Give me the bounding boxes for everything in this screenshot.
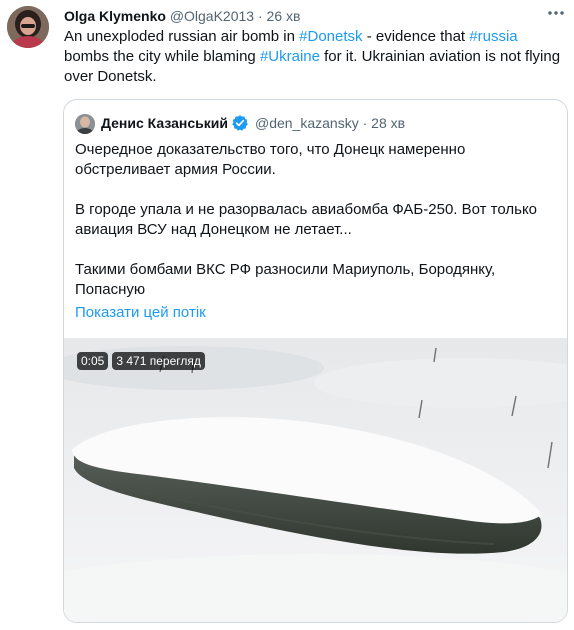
video-views: 3 471 перегляд [112,352,205,370]
video-thumbnail[interactable] [64,338,567,622]
hashtag-russia[interactable]: #russia [469,28,517,45]
show-thread-link[interactable]: Показати цей потік [75,304,206,321]
quoted-tweet-header: Денис Казанський @den_kazansky · 28 хв [101,114,405,132]
separator-dot: · [362,115,368,131]
video-duration: 0:05 [77,352,109,370]
quoted-paragraph-2: В городе упала и не разорвалась авиабомб… [75,201,538,238]
quoted-author-name: Денис Казанський [101,115,228,131]
separator-dot: · [257,8,263,24]
tweet-text: An unexploded russian air bomb in #Donet… [64,27,564,87]
snow-bomb-image [64,338,567,622]
quoted-paragraph-1: Очередное доказательство того, что Донец… [75,141,466,178]
tweet-text-part: bombs the city while blaming [64,48,260,65]
author-name[interactable]: Olga Klymenko [64,8,166,24]
quoted-handle-text: @den_kazansky [254,115,359,131]
quoted-paragraph-3: Такими бомбами ВКС РФ разносили Мариупол… [75,261,496,298]
tweet-text-part: An unexploded russian air bomb in [64,28,300,45]
tweet: Olga Klymenko @OlgaK2013 · 26 хв An unex… [0,0,574,630]
tweet-time[interactable]: 26 хв [267,8,301,24]
quoted-tweet-text: Очередное доказательство того, что Донец… [75,140,555,300]
verified-badge-icon [231,114,249,132]
author-handle[interactable]: @OlgaK2013 [170,8,254,24]
author-avatar[interactable] [7,6,49,48]
video-badges: 0:05 3 471 перегляд [77,352,205,370]
tweet-text-part: - evidence that [362,28,470,45]
quoted-author-handle: @den_kazansky · 28 хв [255,114,405,132]
hashtag-donetsk[interactable]: #Donetsk [299,28,362,45]
quoted-author-avatar [75,114,95,134]
quoted-tweet[interactable]: Денис Казанський @den_kazansky · 28 хв О… [63,99,568,623]
quoted-tweet-time: 28 хв [371,115,406,131]
tweet-header: Olga Klymenko @OlgaK2013 · 26 хв [64,7,300,25]
more-horizontal-icon[interactable] [546,5,566,21]
hashtag-ukraine[interactable]: #Ukraine [260,48,320,65]
